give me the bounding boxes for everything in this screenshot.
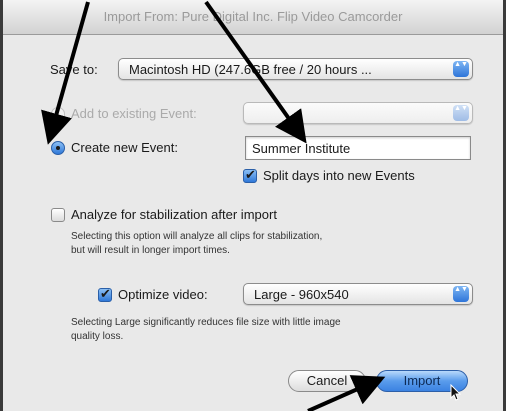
import-dialog: Import From: Pure Digital Inc. Flip Vide… <box>0 0 506 411</box>
analyze-help-line: but will result in longer import times. <box>71 245 230 256</box>
analyze-help-text: Selecting this option will analyze all c… <box>71 230 322 258</box>
optimize-help-line: Selecting Large significantly reduces fi… <box>71 317 341 328</box>
popup-arrows-icon: ▲▼ <box>453 61 469 77</box>
optimize-video-checkbox[interactable] <box>98 286 112 302</box>
create-new-event-label: Create new Event: <box>71 140 178 155</box>
save-to-popup[interactable]: Macintosh HD (247.6GB free / 20 hours ..… <box>118 58 473 80</box>
new-event-name-input[interactable] <box>246 137 470 159</box>
cancel-button[interactable]: Cancel <box>288 370 366 392</box>
optimize-video-popup[interactable]: Large - 960x540 ▲▼ <box>243 283 473 305</box>
optimize-help-text: Selecting Large significantly reduces fi… <box>71 316 341 344</box>
split-days-checkbox[interactable] <box>243 167 257 183</box>
title-bar[interactable]: Import From: Pure Digital Inc. Flip Vide… <box>3 0 503 35</box>
popup-arrows-icon: ▲▼ <box>453 105 469 121</box>
optimize-help-line: quality loss. <box>71 331 124 342</box>
optimize-video-label: Optimize video: <box>118 287 208 302</box>
existing-event-popup[interactable]: ▲▼ <box>243 102 473 124</box>
analyze-stabilization-label: Analyze for stabilization after import <box>71 207 277 222</box>
split-days-label: Split days into new Events <box>263 168 415 183</box>
save-to-value: Macintosh HD (247.6GB free / 20 hours ..… <box>129 62 372 77</box>
save-to-label: Save to: <box>50 62 98 77</box>
add-existing-event-label: Add to existing Event: <box>71 106 197 121</box>
popup-arrows-icon: ▲▼ <box>453 286 469 302</box>
new-event-name-field[interactable] <box>245 136 471 160</box>
optimize-video-value: Large - 960x540 <box>254 287 349 302</box>
create-new-event-radio[interactable] <box>51 141 65 155</box>
dialog-title: Import From: Pure Digital Inc. Flip Vide… <box>103 9 403 24</box>
add-existing-event-radio[interactable] <box>51 107 65 121</box>
mouse-cursor-icon <box>450 384 462 401</box>
analyze-stabilization-checkbox[interactable] <box>51 208 65 222</box>
analyze-help-line: Selecting this option will analyze all c… <box>71 231 323 242</box>
